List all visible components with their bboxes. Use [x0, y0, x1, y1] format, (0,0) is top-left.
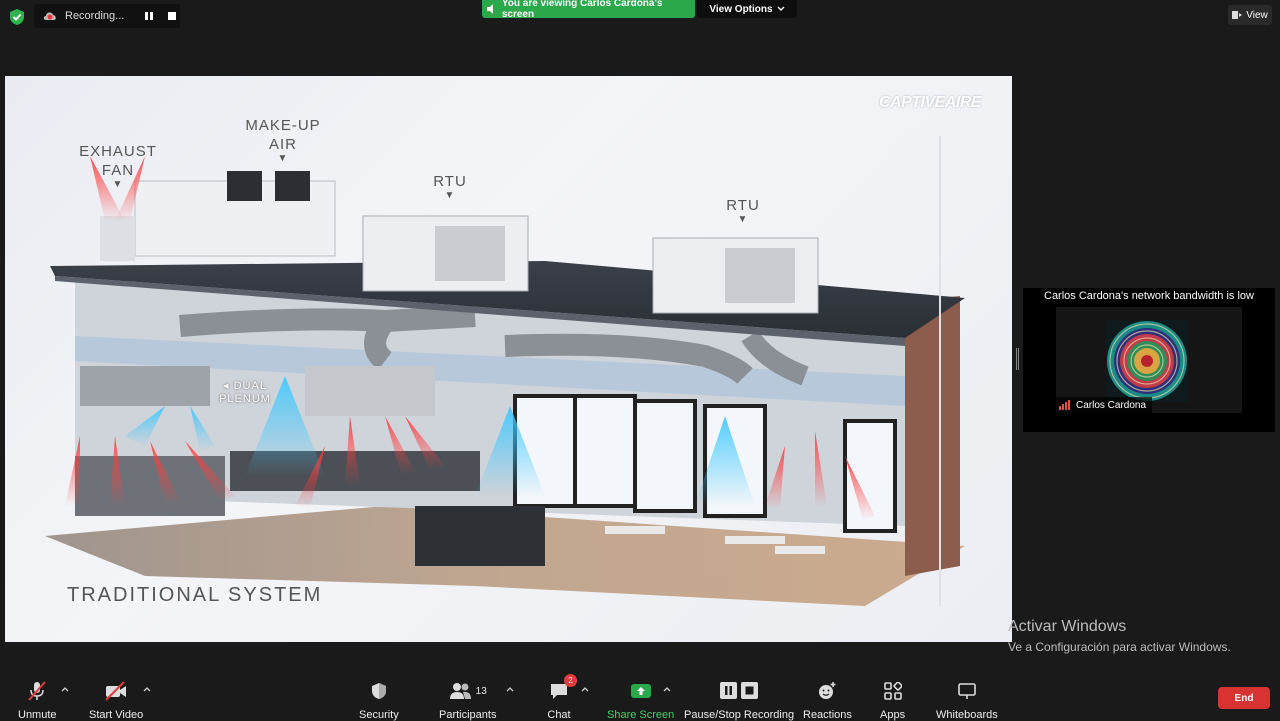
chevron-down-icon [777, 6, 785, 11]
signal-strength-icon [1059, 400, 1070, 410]
panel-resize-handle[interactable] [1016, 348, 1019, 370]
end-meeting-button[interactable]: End [1218, 687, 1270, 709]
speaker-icon [486, 4, 493, 14]
share-screen-icon [630, 684, 651, 698]
security-shield-icon [10, 9, 24, 25]
apps-button[interactable]: Apps [880, 680, 905, 721]
view-layout-icon [1232, 11, 1243, 19]
participant-name: Carlos Cardona [1076, 399, 1147, 411]
viewing-banner-text: You are viewing Carlos Cardona's screen [501, 0, 663, 20]
bandwidth-notice: Carlos Cardona's network bandwidth is lo… [1044, 290, 1254, 302]
unmute-button[interactable]: Unmute [18, 680, 57, 721]
shared-screen: CAPTIVEAIRE EXHAUST FAN ▼ MAKE-UP AIR ▼ … [5, 76, 1012, 642]
recording-indicator: Recording... [34, 4, 180, 28]
end-label: End [1234, 692, 1254, 704]
system-title: TRADITIONAL SYSTEM [67, 584, 323, 606]
microphone-muted-icon [28, 681, 47, 701]
recording-label: Recording... [65, 10, 125, 22]
start-video-button[interactable]: Start Video [89, 680, 143, 721]
start-video-label: Start Video [89, 709, 144, 721]
rtu-label-2: RTU ▼ [726, 197, 760, 225]
participant-video-tile[interactable]: Carlos Cardona [1056, 307, 1242, 413]
exhaust-fan-label: EXHAUST FAN ▼ [79, 143, 157, 190]
pause-stop-icon [720, 682, 759, 699]
share-options-caret-icon[interactable] [663, 685, 671, 693]
view-button-label: View [1246, 9, 1268, 21]
participants-button[interactable]: 13 Participants [439, 680, 496, 721]
video-panel: Carlos Cardona's network bandwidth is lo… [1023, 288, 1275, 432]
whiteboard-icon [958, 683, 976, 699]
security-label: Security [359, 709, 399, 721]
video-options-caret-icon[interactable] [143, 685, 151, 693]
avatar [1106, 320, 1188, 402]
chat-button[interactable]: 2 Chat [547, 674, 577, 721]
chat-options-caret-icon[interactable] [581, 685, 589, 693]
view-button[interactable]: View [1228, 5, 1272, 25]
apps-icon [883, 682, 902, 700]
makeup-air-label: MAKE-UP AIR ▼ [245, 117, 321, 164]
rtu-label-1: RTU ▼ [433, 173, 467, 201]
view-options-label: View Options [709, 3, 773, 15]
chat-badge: 2 [564, 674, 577, 687]
security-button[interactable]: Security [359, 680, 399, 721]
cloud-recording-icon [43, 12, 56, 20]
pause-recording-button[interactable] [143, 10, 155, 22]
activate-windows-title: Activar Windows [1008, 618, 1127, 635]
apps-label: Apps [880, 709, 906, 721]
whiteboards-label: Whiteboards [936, 709, 998, 721]
stop-recording-button[interactable] [166, 10, 178, 22]
participants-count: 13 [475, 685, 487, 697]
participants-icon [449, 683, 471, 699]
reactions-button[interactable]: Reactions [803, 680, 852, 721]
video-camera-off-icon [105, 681, 127, 701]
emoji-reaction-icon [819, 682, 836, 699]
participant-name-tag: Carlos Cardona [1056, 397, 1153, 413]
whiteboards-button[interactable]: Whiteboards [936, 680, 998, 721]
pause-stop-recording-button[interactable]: Pause/Stop Recording [684, 680, 794, 721]
reactions-label: Reactions [803, 709, 852, 721]
participants-options-caret-icon[interactable] [506, 685, 514, 693]
audio-options-caret-icon[interactable] [61, 685, 69, 693]
activate-windows-subtitle: Ve a Configuración para activar Windows. [1008, 640, 1231, 654]
unmute-label: Unmute [18, 709, 57, 721]
viewing-screen-banner: You are viewing Carlos Cardona's screen [482, 0, 695, 20]
chat-label: Chat [547, 709, 571, 721]
participants-label: Participants [439, 709, 497, 721]
dual-plenum-label: ◂ DUAL PLENUM [219, 380, 271, 405]
view-options-dropdown[interactable]: View Options [697, 0, 797, 18]
brand-logo: CAPTIVEAIRE [879, 94, 982, 111]
share-screen-label: Share Screen [607, 709, 675, 721]
shield-icon [371, 683, 386, 699]
pause-stop-recording-label: Pause/Stop Recording [684, 709, 795, 721]
